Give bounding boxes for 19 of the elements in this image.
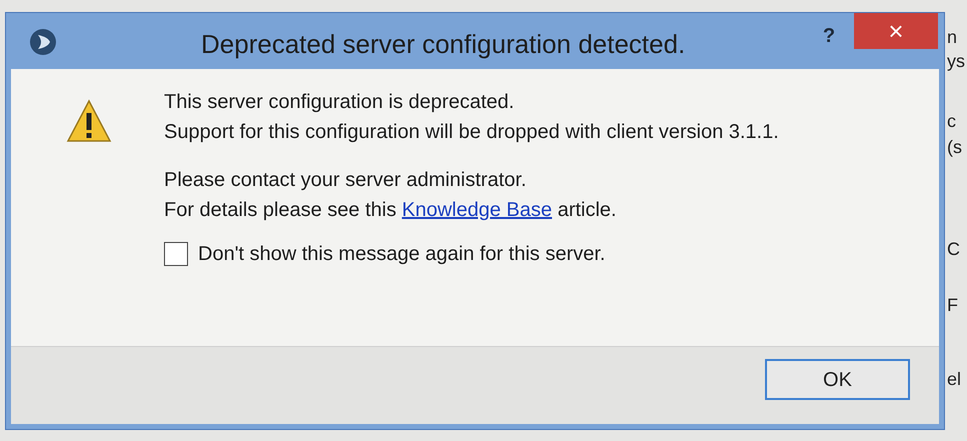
checkbox[interactable] [164, 242, 188, 266]
help-button[interactable]: ? [814, 21, 844, 51]
close-button[interactable]: × [854, 13, 938, 49]
background-text: F [947, 296, 958, 314]
window-title: Deprecated server configuration detected. [201, 28, 686, 61]
knowledge-base-link[interactable]: Knowledge Base [402, 199, 552, 221]
background-text: c [947, 112, 956, 130]
ok-button[interactable]: OK [765, 359, 910, 400]
details-text: For details please see this Knowledge Base article. [164, 198, 618, 223]
message-text: Support for this configuration will be dropped with client version 3.1.1. [164, 120, 779, 145]
message-text: This server configuration is deprecated. [164, 90, 516, 115]
warning-icon [66, 99, 112, 143]
background-text: el [947, 370, 962, 388]
background-text: ys [947, 52, 965, 70]
checkbox-label: Don't show this message again for this server. [198, 242, 606, 267]
background-text: n [947, 28, 958, 46]
contact-text: Please contact your server administrator. [164, 168, 528, 193]
background-text: (s [947, 138, 962, 156]
background-text: C [947, 240, 960, 258]
